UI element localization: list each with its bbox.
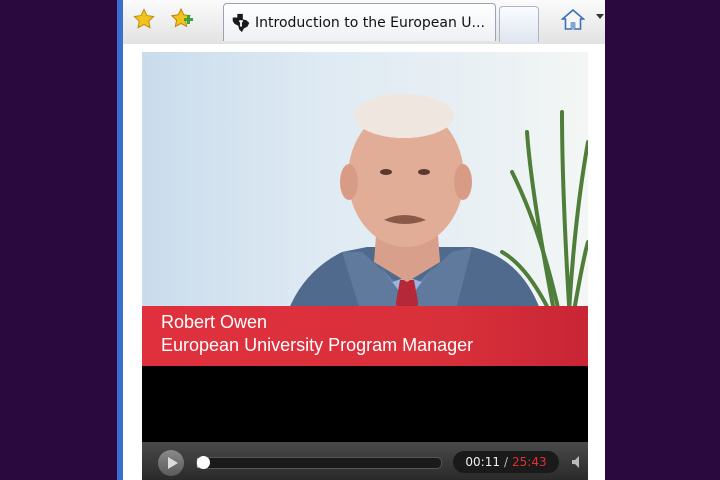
current-time: 00:11 [465, 455, 500, 469]
seek-bar[interactable] [196, 456, 442, 469]
browser-toolbar: Introduction to the European U... [123, 0, 605, 45]
seek-handle[interactable] [196, 456, 210, 469]
time-display: 00:11 / 25:43 [453, 451, 559, 473]
texas-instruments-logo-icon [230, 12, 252, 34]
dropdown-arrow-icon[interactable] [596, 14, 604, 19]
page-content: Robert Owen European University Program … [123, 44, 605, 480]
new-tab-button[interactable] [499, 6, 539, 42]
speaker-title: European University Program Manager [161, 335, 474, 355]
duration: 25:43 [512, 455, 547, 469]
video-player[interactable]: Robert Owen European University Program … [142, 52, 588, 480]
star-icon[interactable] [131, 6, 157, 32]
tab-active[interactable]: Introduction to the European U... [223, 3, 496, 41]
add-star-icon[interactable] [169, 6, 195, 32]
play-button[interactable] [158, 450, 184, 476]
speaker-name: Robert Owen [161, 312, 268, 332]
browser-window: Introduction to the European U... Robert… [117, 0, 605, 480]
tab-title: Introduction to the European U... [255, 14, 485, 31]
video-controls: 00:11 / 25:43 [142, 442, 588, 480]
time-separator: / [503, 455, 509, 469]
volume-icon[interactable] [570, 454, 586, 470]
home-icon[interactable] [559, 6, 587, 34]
